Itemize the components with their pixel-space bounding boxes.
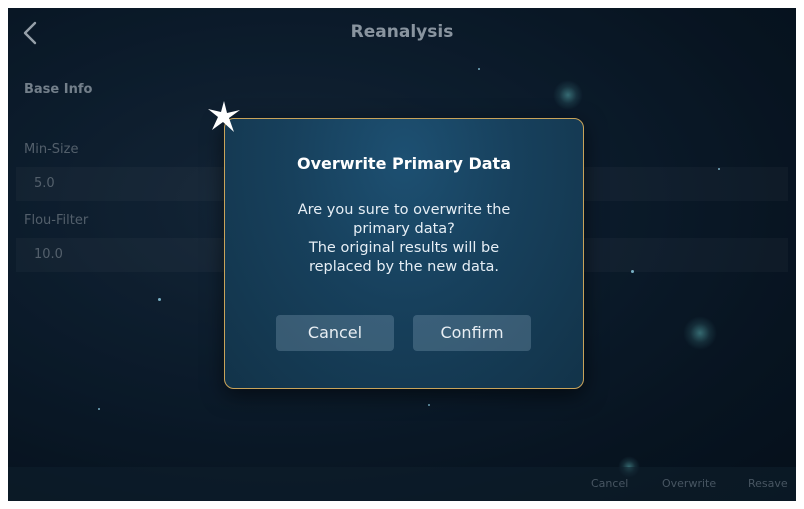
dialog-message-line: The original results will be — [308, 240, 500, 256]
overwrite-dialog: Overwrite Primary Data Are you sure to o… — [224, 118, 584, 389]
dialog-message: Are you sure to overwrite the primary da… — [245, 201, 563, 277]
cancel-button[interactable]: Cancel — [276, 315, 394, 351]
dialog-title: Overwrite Primary Data — [297, 154, 511, 173]
sparkle-icon — [208, 101, 240, 132]
dialog-message-line: Are you sure to overwrite the — [297, 202, 511, 218]
dialog-message-line: primary data? — [353, 221, 455, 237]
confirm-button[interactable]: Confirm — [413, 315, 531, 351]
dialog-message-line: replaced by the new data. — [308, 259, 500, 275]
